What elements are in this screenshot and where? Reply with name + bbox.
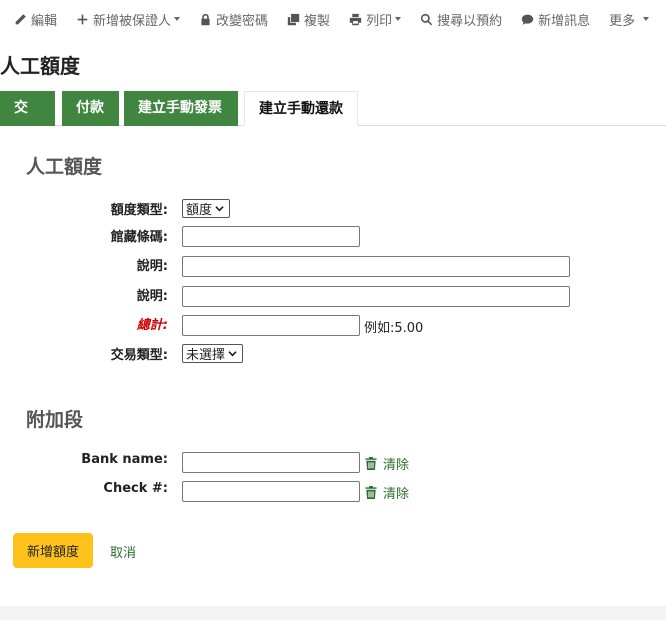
copy-icon (287, 13, 300, 26)
print-button[interactable]: 列印 (349, 10, 402, 29)
note-label: 說明: (136, 289, 168, 304)
tab-manual-invoice[interactable]: 建立手動發票 (124, 91, 238, 126)
barcode-label: 館藏條碼: (110, 230, 168, 245)
bank-name-clear-button[interactable]: 清除 (365, 454, 409, 473)
trash-icon (365, 486, 377, 499)
add-guarantee-label: 新增被保證人 (93, 13, 172, 29)
duplicate-button[interactable]: 複製 (287, 10, 330, 29)
search-icon (420, 13, 433, 26)
add-guarantee-button[interactable]: 新增被保證人 (76, 10, 181, 29)
amount-label: 總計: (136, 318, 168, 333)
credit-type-label: 額度類型: (110, 203, 168, 218)
more-menu-button[interactable]: 更多 (609, 10, 650, 29)
check-number-clear-label: 清除 (383, 487, 410, 502)
change-password-label: 改變密碼 (216, 13, 269, 29)
transaction-type-value: 未選擇 (186, 348, 226, 363)
page-title: 人工額度 (0, 54, 80, 78)
chevron-down-icon (215, 204, 224, 213)
amount-input[interactable] (182, 315, 360, 336)
duplicate-label: 複製 (304, 13, 331, 29)
tab-bar: 交易 付款 建立手動發票 建立手動還款 (0, 91, 666, 150)
barcode-input[interactable] (182, 226, 360, 247)
lock-icon (199, 13, 212, 26)
manual-credit-heading: 人工額度 (26, 156, 103, 178)
add-message-label: 新增訊息 (538, 13, 591, 29)
chevron-down-icon (228, 349, 237, 358)
comment-icon (521, 13, 534, 26)
description-input[interactable] (182, 256, 570, 277)
bank-name-label: Bank name: (81, 452, 168, 467)
tab-payments[interactable]: 付款 (62, 91, 119, 126)
search-to-hold-label: 搜尋以預約 (437, 13, 503, 29)
amount-hint: 例如:5.00 (364, 321, 424, 336)
credit-type-select[interactable]: 額度 (182, 199, 230, 218)
footer-band (0, 606, 666, 620)
print-label: 列印 (366, 13, 393, 29)
add-message-button[interactable]: 新增訊息 (521, 10, 590, 29)
description-label: 說明: (136, 259, 168, 274)
pencil-icon (14, 13, 27, 26)
trash-icon (365, 457, 377, 470)
note-input[interactable] (182, 286, 570, 307)
caret-down-icon (395, 17, 402, 21)
credit-type-value: 額度 (186, 203, 213, 218)
tab-transactions[interactable]: 交易 (0, 91, 55, 150)
check-number-label: Check #: (103, 481, 168, 496)
plus-icon (76, 13, 89, 26)
toolbar: 編輯 新增被保證人 改變密碼 複製 列印 搜尋以預約 新增訊息 更多 (0, 0, 666, 38)
change-password-button[interactable]: 改變密碼 (199, 10, 268, 29)
check-number-input[interactable] (182, 481, 360, 502)
caret-down-icon (643, 17, 650, 21)
transaction-type-label: 交易類型: (110, 348, 168, 363)
transaction-type-select[interactable]: 未選擇 (182, 344, 243, 363)
additional-fields-heading: 附加段 (26, 409, 84, 431)
caret-down-icon (174, 17, 181, 21)
check-number-clear-button[interactable]: 清除 (365, 483, 409, 502)
tab-manual-credit[interactable]: 建立手動還款 (244, 91, 358, 126)
more-label: 更多 (609, 13, 636, 29)
print-icon (349, 13, 362, 26)
edit-button[interactable]: 編輯 (14, 10, 57, 29)
search-to-hold-button[interactable]: 搜尋以預約 (420, 10, 502, 29)
edit-label: 編輯 (31, 13, 58, 29)
bank-name-input[interactable] (182, 452, 360, 473)
add-credit-button[interactable]: 新增額度 (13, 533, 93, 568)
bank-name-clear-label: 清除 (383, 458, 410, 473)
cancel-link[interactable]: 取消 (110, 542, 136, 561)
